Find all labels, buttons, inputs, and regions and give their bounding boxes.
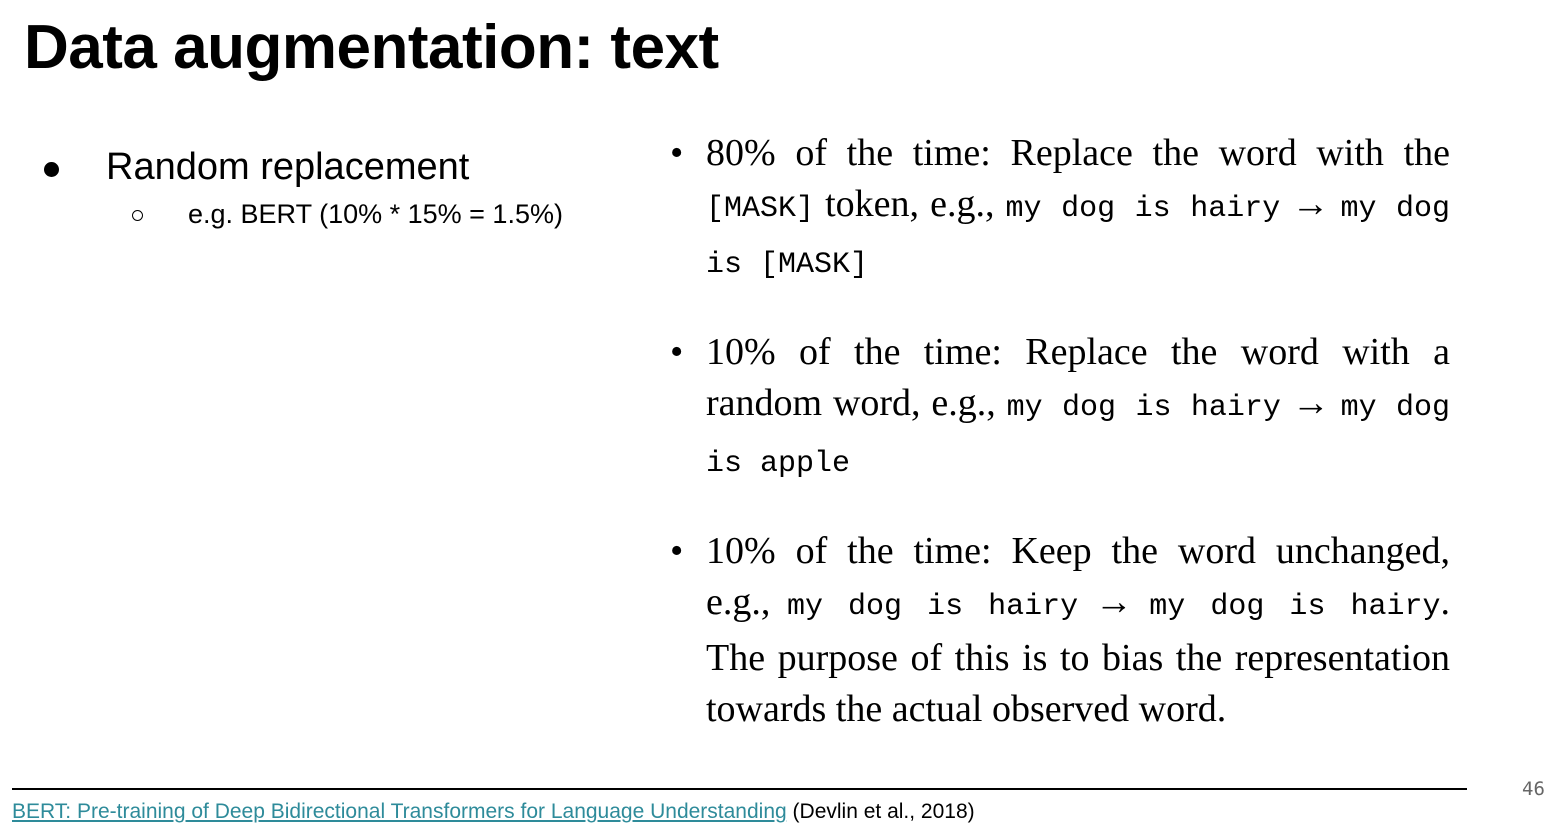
excerpt-text: token, e.g., xyxy=(814,183,1006,225)
bullet-dot-icon xyxy=(44,162,59,177)
bullet-dot-icon: • xyxy=(670,331,684,373)
bullet-dot-icon: • xyxy=(670,132,684,174)
bullet-item-random-replacement: Random replacement xyxy=(40,140,640,196)
excerpt-code: [MASK] xyxy=(706,192,815,226)
hollow-circle-bullet-icon xyxy=(132,210,143,221)
paper-link[interactable]: BERT: Pre-training of Deep Bidirectional… xyxy=(12,800,787,823)
arrow-icon: → xyxy=(1291,382,1330,424)
excerpt-example-to: my dog is hairy xyxy=(1149,590,1441,624)
footer-citation: BERT: Pre-training of Deep Bidirectional… xyxy=(12,800,975,824)
sub-bullet-item-bert: e.g. BERT (10% * 15% = 1.5%) xyxy=(40,196,640,236)
arrow-icon: → xyxy=(1094,581,1133,623)
excerpt-example-from: my dog is hairy xyxy=(1005,192,1281,226)
sub-bullet-text: e.g. BERT (10% * 15% = 1.5%) xyxy=(188,199,563,229)
excerpt-item: • 10% of the time: Keep the word unchange… xyxy=(668,526,1450,735)
arrow-icon: → xyxy=(1291,183,1330,225)
footer-divider xyxy=(12,788,1467,790)
bullet-text: Random replacement xyxy=(106,146,470,188)
bullet-list: Random replacement e.g. BERT (10% * 15% … xyxy=(40,140,640,236)
excerpt-example-from: my dog is hairy xyxy=(786,590,1079,624)
excerpt-text: 80% of the time: Replace the word with t… xyxy=(706,132,1450,174)
excerpt-example-from: my dog is hairy xyxy=(1006,391,1281,425)
page-number: 46 xyxy=(1522,778,1545,800)
slide-title: Data augmentation: text xyxy=(24,13,719,82)
excerpt-item: • 80% of the time: Replace the word with … xyxy=(668,128,1450,291)
citation-text: (Devlin et al., 2018) xyxy=(786,800,975,823)
bullet-dot-icon: • xyxy=(670,530,684,572)
paper-excerpt-image: • 80% of the time: Replace the word with … xyxy=(668,128,1450,771)
excerpt-item: • 10% of the time: Replace the word with … xyxy=(668,327,1450,490)
